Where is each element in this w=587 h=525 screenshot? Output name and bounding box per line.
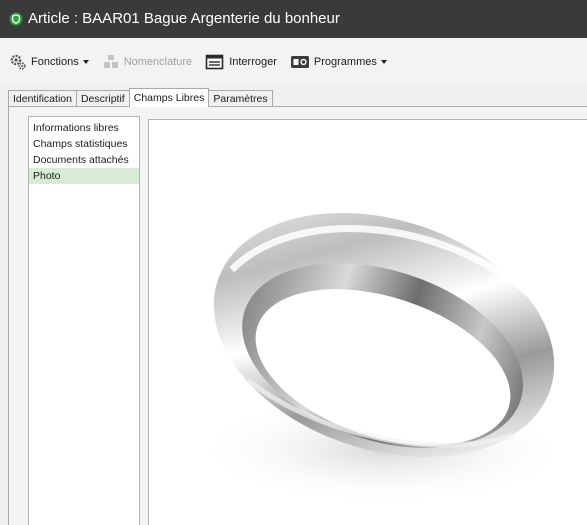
tab-identification[interactable]: Identification	[8, 90, 77, 107]
programmes-menu-button[interactable]: Programmes	[290, 54, 387, 70]
chevron-down-icon	[82, 60, 89, 64]
tab-parametres[interactable]: Paramètres	[208, 90, 273, 107]
toolbar: Fonctions Nomenclature Interroger Progra…	[0, 38, 587, 86]
interroger-label: Interroger	[229, 56, 277, 68]
interroger-button[interactable]: Interroger	[205, 54, 277, 70]
gears-icon	[10, 54, 26, 70]
tab-champs-libres[interactable]: Champs Libres	[128, 88, 210, 107]
boxes-icon	[103, 55, 118, 68]
list-item-documents-attaches[interactable]: Documents attachés	[29, 152, 139, 168]
list-item-informations-libres[interactable]: Informations libres	[29, 120, 139, 136]
photo-viewer	[148, 119, 587, 525]
programs-icon	[290, 56, 309, 68]
chevron-down-icon	[380, 60, 387, 64]
tab-strip: Identification Descriptif Champs Libres …	[8, 88, 273, 107]
silver-wedding-band-image	[194, 212, 574, 505]
nomenclature-button[interactable]: Nomenclature	[102, 54, 192, 70]
list-item-photo[interactable]: Photo	[29, 168, 139, 184]
fonctions-menu-button[interactable]: Fonctions	[9, 54, 89, 70]
tab-descriptif[interactable]: Descriptif	[75, 90, 130, 107]
nomenclature-label: Nomenclature	[123, 56, 193, 68]
programmes-label: Programmes	[313, 56, 377, 68]
query-window-icon	[205, 54, 224, 70]
list-item-champs-statistiques[interactable]: Champs statistiques	[29, 136, 139, 152]
green-shield-icon	[9, 12, 23, 26]
fonctions-label: Fonctions	[31, 56, 79, 68]
champs-libres-list: Informations libres Champs statistiques …	[28, 116, 140, 525]
window-title: Article : BAAR01 Bague Argenterie du bon…	[28, 10, 340, 27]
title-bar: Article : BAAR01 Bague Argenterie du bon…	[0, 0, 587, 38]
